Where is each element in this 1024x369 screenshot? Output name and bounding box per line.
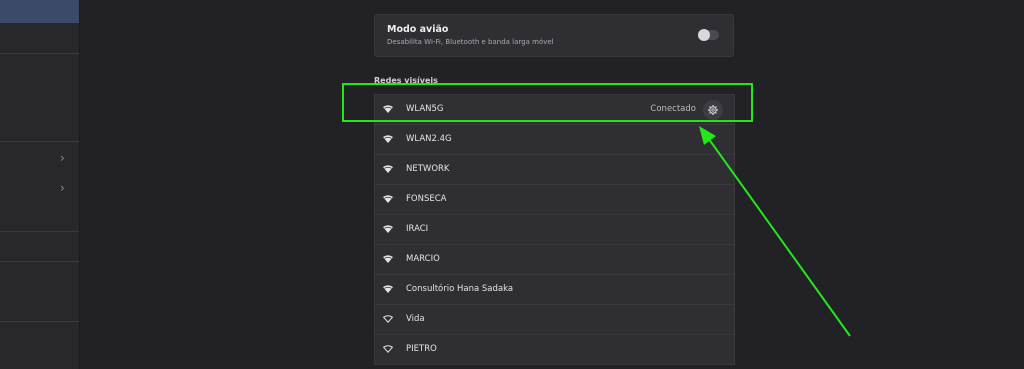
annotation-arrow (699, 126, 851, 337)
network-settings-screen: › › Modo avião Desabilita Wi-Fi, Bluetoo… (0, 0, 1024, 369)
annotation-arrow-head (699, 126, 716, 145)
annotation-arrow-line (705, 134, 851, 337)
